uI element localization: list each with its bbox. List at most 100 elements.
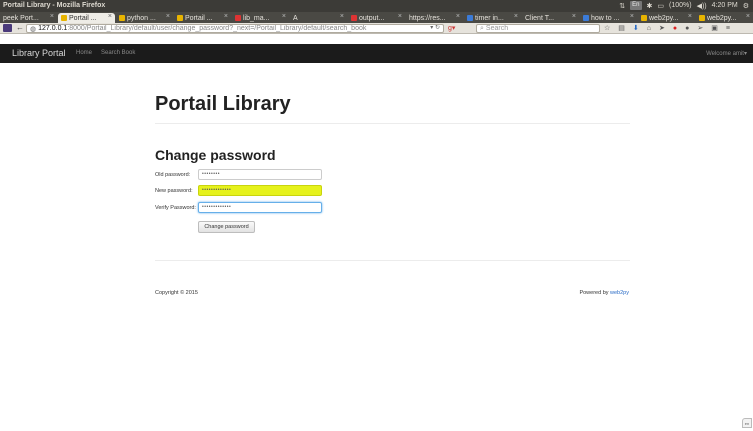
chat-icon[interactable]: ● (685, 23, 689, 34)
nav-home-link[interactable]: Home (76, 50, 92, 56)
reload-icon[interactable]: ▾ ↻ (430, 25, 440, 31)
search-icon: ⌕ (480, 24, 484, 32)
tab-label: output... (359, 14, 385, 22)
tab-label: Portail ... (185, 14, 213, 22)
search-engine-icon[interactable]: g▾ (448, 24, 462, 33)
power-icon[interactable]: ⚙ (743, 2, 749, 10)
tab-close-icon[interactable]: × (108, 13, 112, 20)
download-icon[interactable]: ⬇ (633, 23, 639, 34)
tab-close-icon[interactable]: × (282, 13, 286, 20)
new-password-input[interactable]: ••••••••••••• (198, 185, 322, 196)
tab-close-icon[interactable]: × (166, 13, 170, 20)
verify-password-label: Verify Password: (155, 205, 196, 211)
language-badge-icon[interactable]: en (742, 418, 752, 428)
old-password-input[interactable]: •••••••• (198, 169, 322, 180)
copyright-text: Copyright © 2015 (155, 290, 198, 296)
form-heading: Change password (155, 147, 276, 163)
brand-link[interactable]: Library Portal (12, 48, 66, 58)
powered-by: Powered by web2py (579, 290, 629, 296)
volume-icon[interactable]: ◀)) (697, 2, 707, 10)
tab-favicon-icon (467, 15, 473, 21)
web2py-link[interactable]: web2py (610, 290, 629, 296)
browser-tab[interactable]: Portail ... × (58, 13, 115, 23)
tab-label: timer in... (475, 14, 504, 22)
browser-tab[interactable]: Portail ... × (174, 13, 231, 23)
window-title: Portail Library - Mozilla Firefox (3, 2, 106, 9)
battery-icon[interactable]: ▭ (657, 2, 664, 10)
browser-tab[interactable]: python ... × (116, 13, 173, 23)
nav-search-book-link[interactable]: Search Book (101, 50, 135, 56)
tab-label: https://res... (409, 14, 446, 22)
share-icon[interactable]: ➢ (697, 23, 703, 34)
browser-toolbar-icons: ☆ ▤ ⬇ ⌂ ➤ ● ● ➢ ▣ ≡ (604, 23, 730, 34)
tab-label: Portail ... (69, 14, 97, 22)
tab-label: Client T... (525, 14, 555, 22)
browser-tab[interactable]: web2py... × (696, 13, 753, 23)
tab-close-icon[interactable]: × (688, 13, 692, 20)
addon-block-icon[interactable]: ● (673, 23, 677, 34)
clipboard-icon[interactable]: ▤ (618, 23, 625, 34)
url-bar[interactable]: ◍ 127.0.0.1 :8000/Portail_Library/defaul… (26, 24, 444, 33)
tab-close-icon[interactable]: × (746, 13, 750, 20)
browser-tab[interactable]: how to ... × (580, 13, 637, 23)
tab-close-icon[interactable]: × (630, 13, 634, 20)
browser-tab-strip: peek Port... × Portail ... × python ... × Port… (0, 12, 753, 23)
browser-tab[interactable]: Client T... × (522, 13, 579, 23)
tab-label: web2py... (649, 14, 679, 22)
tab-close-icon[interactable]: × (514, 13, 518, 20)
app-menu-icon[interactable] (3, 24, 12, 32)
tab-label: lib_ma... (243, 14, 270, 22)
tab-favicon-icon (641, 15, 647, 21)
browser-tab[interactable]: timer in... × (464, 13, 521, 23)
home-icon[interactable]: ⌂ (647, 23, 651, 34)
send-icon[interactable]: ➤ (659, 23, 665, 34)
back-arrow-icon[interactable]: ← (16, 23, 24, 33)
tab-favicon-icon (177, 15, 183, 21)
tab-label: A (293, 14, 298, 22)
keyboard-layout-indicator[interactable]: En (630, 1, 642, 10)
tab-close-icon[interactable]: × (50, 13, 54, 20)
bluetooth-icon[interactable]: ✱ (647, 2, 653, 10)
tab-close-icon[interactable]: × (572, 13, 576, 20)
site-info-icon[interactable]: ◍ (30, 25, 36, 33)
tab-label: how to ... (591, 14, 620, 22)
tab-favicon-icon (699, 15, 705, 21)
browser-tab[interactable]: output... × (348, 13, 405, 23)
caret-down-icon: ▾ (743, 51, 747, 57)
powered-by-text: Powered by (579, 290, 609, 296)
welcome-text: Welcome amit (706, 51, 744, 57)
browser-tab[interactable]: web2py... × (638, 13, 695, 23)
tab-favicon-icon (351, 15, 357, 21)
browser-tab[interactable]: A × (290, 13, 347, 23)
tab-close-icon[interactable]: × (224, 13, 228, 20)
header-divider (155, 123, 630, 124)
browser-toolbar: ← ◍ 127.0.0.1 :8000/Portail_Library/defa… (0, 23, 753, 34)
browser-tab[interactable]: lib_ma... × (232, 13, 289, 23)
tab-label: peek Port... (3, 14, 39, 22)
tab-favicon-icon (61, 15, 67, 21)
network-icon[interactable]: ⇅ (619, 2, 625, 10)
tab-close-icon[interactable]: × (398, 13, 402, 20)
system-tray: ⇅ En ✱ ▭ (100%) ◀)) 4:20 PM ⚙ (619, 1, 749, 10)
tab-favicon-icon (235, 15, 241, 21)
verify-password-input[interactable]: ••••••••••••• (198, 202, 322, 213)
change-password-button[interactable]: Change password (198, 221, 255, 233)
battery-level: (100%) (669, 2, 692, 9)
search-placeholder: Search (485, 25, 509, 32)
bookmark-star-icon[interactable]: ☆ (604, 23, 610, 34)
clock[interactable]: 4:20 PM (712, 2, 738, 9)
browser-tab[interactable]: https://res... × (406, 13, 463, 23)
tab-label: python ... (127, 14, 156, 22)
browser-tab[interactable]: peek Port... × (0, 13, 57, 23)
os-title-bar: Portail Library - Mozilla Firefox ⇅ En ✱… (0, 0, 753, 12)
tab-label: web2py... (707, 14, 737, 22)
page-title: Portail Library (155, 93, 291, 115)
browser-search-box[interactable]: ⌕ Search (476, 24, 600, 33)
user-menu[interactable]: Welcome amit▾ (706, 50, 747, 57)
menu-icon[interactable]: ≡ (726, 23, 730, 34)
footer-divider (155, 260, 630, 261)
url-path: :8000/Portail_Library/default/user/chang… (67, 25, 367, 32)
tab-close-icon[interactable]: × (456, 13, 460, 20)
extension-icon[interactable]: ▣ (711, 23, 718, 34)
tab-close-icon[interactable]: × (340, 13, 344, 20)
